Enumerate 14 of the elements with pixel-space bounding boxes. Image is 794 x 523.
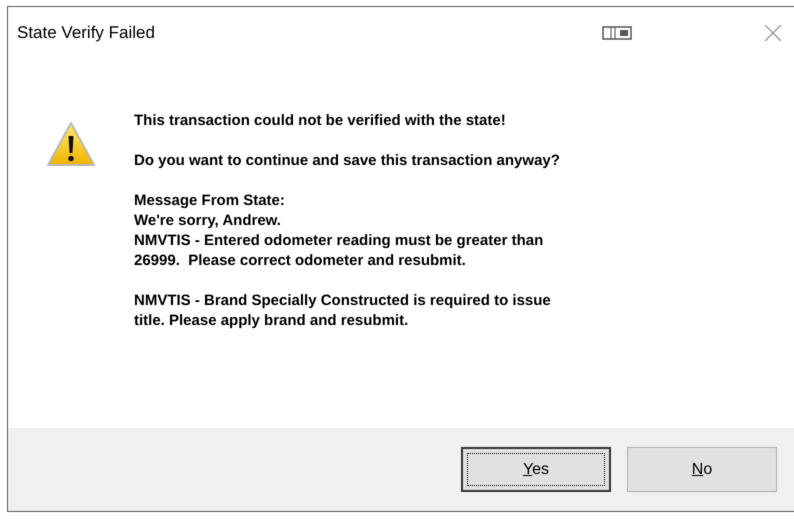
message-text: This transaction could not be verified with the state! [134, 111, 507, 131]
window-mode-icon[interactable] [602, 26, 632, 40]
message-text: NMVTIS - Entered odometer reading must be greater than [134, 231, 544, 251]
message-text: NMVTIS - Brand Specially Constructed is required to issue [134, 291, 552, 311]
message-text: Do you want to continue and save this transaction anyway? [134, 151, 560, 171]
window-title: State Verify Failed [17, 23, 156, 43]
yes-button[interactable]: Yes [461, 447, 611, 492]
warning-icon [46, 121, 96, 167]
message-text: 26999. Please correct odometer and resubmit. [134, 251, 467, 271]
no-button[interactable]: No [627, 447, 777, 492]
message-text: We're sorry, Andrew. [134, 211, 282, 231]
close-icon[interactable] [764, 24, 782, 42]
message-text: Message From State: [134, 191, 286, 211]
message-text: title. Please apply brand and resubmit. [134, 311, 410, 331]
